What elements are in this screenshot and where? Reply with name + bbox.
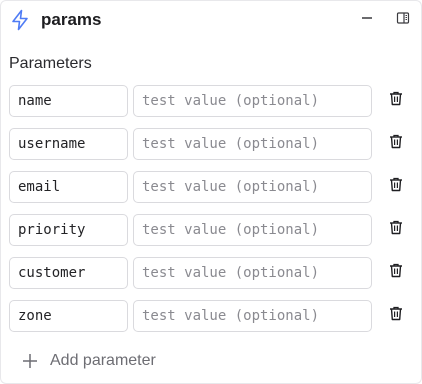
minimize-button[interactable] xyxy=(357,10,377,30)
bolt-icon xyxy=(10,9,30,31)
trash-icon xyxy=(389,263,403,283)
section-title: Parameters xyxy=(9,55,92,72)
add-parameter-label: Add parameter xyxy=(50,352,156,369)
parameter-row xyxy=(1,128,421,171)
test-value-input[interactable] xyxy=(133,128,372,160)
parameter-name-input[interactable] xyxy=(9,128,128,160)
parameter-row xyxy=(1,214,421,257)
parameter-name-input[interactable] xyxy=(9,171,128,203)
trash-icon xyxy=(389,134,403,154)
delete-parameter-button[interactable] xyxy=(387,263,405,283)
test-value-input[interactable] xyxy=(133,214,372,246)
delete-parameter-button[interactable] xyxy=(387,134,405,154)
trash-icon xyxy=(389,306,403,326)
parameter-name-input[interactable] xyxy=(9,257,128,289)
parameter-row xyxy=(1,171,421,214)
trash-icon xyxy=(389,177,403,197)
sidebar-panel-icon xyxy=(396,11,410,30)
parameter-name-input[interactable] xyxy=(9,214,128,246)
panel-header: params xyxy=(1,1,421,39)
delete-parameter-button[interactable] xyxy=(387,177,405,197)
test-value-input[interactable] xyxy=(133,85,372,117)
test-value-input[interactable] xyxy=(133,300,372,332)
minus-icon xyxy=(360,11,374,30)
plus-icon xyxy=(21,352,39,370)
toggle-sidebar-button[interactable] xyxy=(393,10,413,30)
delete-parameter-button[interactable] xyxy=(387,220,405,240)
params-panel: params Parameters name test value (optio… xyxy=(0,0,422,384)
add-parameter-button[interactable]: Add parameter xyxy=(21,349,156,373)
panel-title: params xyxy=(41,10,102,29)
parameter-name-input[interactable] xyxy=(9,85,128,117)
trash-icon xyxy=(389,220,403,240)
test-value-input[interactable] xyxy=(133,257,372,289)
parameter-list xyxy=(1,85,421,343)
parameter-row xyxy=(1,300,421,343)
parameter-row xyxy=(1,257,421,300)
test-value-input[interactable] xyxy=(133,171,372,203)
delete-parameter-button[interactable] xyxy=(387,306,405,326)
delete-parameter-button[interactable] xyxy=(387,91,405,111)
trash-icon xyxy=(389,91,403,111)
parameter-name-input[interactable] xyxy=(9,300,128,332)
parameter-row xyxy=(1,85,421,128)
